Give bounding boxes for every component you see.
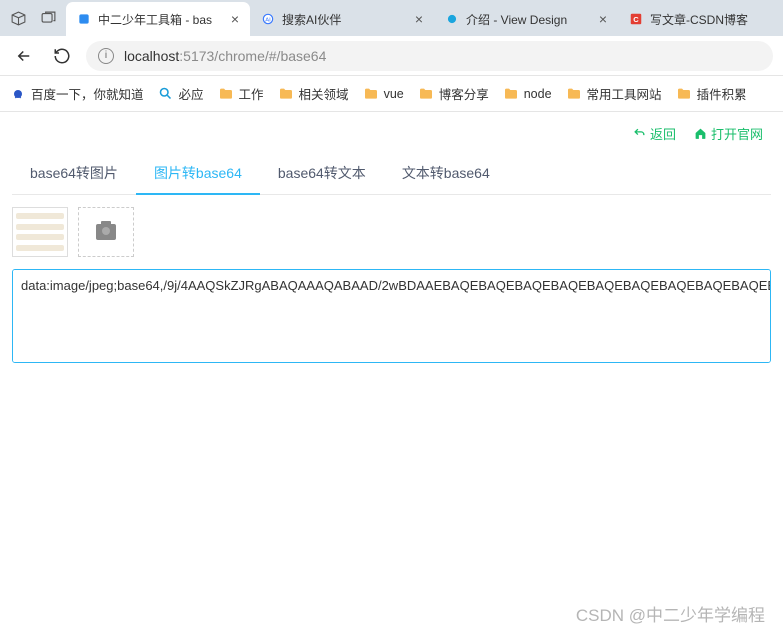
folder-icon: [218, 86, 234, 102]
return-icon: [633, 127, 646, 140]
tab-title: 介绍 - View Design: [466, 11, 567, 28]
thumbnail-content: [16, 213, 64, 219]
upload-image-button[interactable]: [78, 207, 134, 257]
svg-text:AI: AI: [265, 17, 271, 23]
close-icon[interactable]: ×: [228, 12, 242, 26]
tabs-overview-icon[interactable]: [38, 8, 58, 28]
tab-text-to-base64[interactable]: 文本转base64: [384, 153, 508, 194]
bookmark-folder[interactable]: 插件积累: [676, 84, 747, 103]
tab-title: 搜索AI伙伴: [282, 11, 341, 28]
favicon-icon: [444, 11, 460, 27]
camera-icon: [96, 224, 116, 240]
bookmark-label: 插件积累: [697, 84, 747, 103]
browser-tab[interactable]: 中二少年工具箱 - bas ×: [66, 2, 250, 36]
workspace-icon[interactable]: [8, 8, 28, 28]
home-icon: [694, 127, 707, 140]
return-label: 返回: [650, 124, 676, 143]
bookmarks-bar: 百度一下，你就知道 必应 工作 相关领域 vue 博客分享 node 常用工具网…: [0, 76, 783, 112]
tab-base64-to-image[interactable]: base64转图片: [12, 153, 136, 194]
bookmark-folder[interactable]: 相关领域: [278, 84, 349, 103]
browser-titlebar: 中二少年工具箱 - bas × AI 搜索AI伙伴 × 介绍 - View De…: [0, 0, 783, 36]
image-thumbnail[interactable]: [12, 207, 68, 257]
folder-icon: [503, 86, 519, 102]
favicon-icon: AI: [260, 11, 276, 27]
base64-output[interactable]: [12, 269, 771, 363]
bookmark-label: 常用工具网站: [587, 84, 662, 103]
return-link[interactable]: 返回: [633, 124, 676, 143]
svg-text:C: C: [633, 15, 639, 24]
bookmark-label: 工作: [239, 84, 264, 103]
bookmark-item[interactable]: 百度一下，你就知道: [10, 84, 144, 103]
tab-image-to-base64[interactable]: 图片转base64: [136, 153, 260, 195]
folder-icon: [418, 86, 434, 102]
tool-tabs: base64转图片 图片转base64 base64转文本 文本转base64: [12, 153, 771, 195]
folder-icon: [566, 86, 582, 102]
official-link[interactable]: 打开官网: [694, 124, 763, 143]
bookmark-folder[interactable]: 工作: [218, 84, 264, 103]
thumbnail-content: [16, 224, 64, 230]
site-icon: [10, 86, 26, 102]
tab-title: 写文章-CSDN博客: [650, 11, 748, 28]
browser-tab[interactable]: AI 搜索AI伙伴 ×: [250, 2, 434, 36]
bookmark-folder[interactable]: node: [503, 86, 552, 102]
bookmark-label: vue: [384, 87, 404, 101]
folder-icon: [676, 86, 692, 102]
favicon-icon: [76, 11, 92, 27]
back-button[interactable]: [10, 42, 38, 70]
close-icon[interactable]: ×: [412, 12, 426, 26]
tab-base64-to-text[interactable]: base64转文本: [260, 153, 384, 194]
bookmark-label: 相关领域: [299, 84, 349, 103]
folder-icon: [363, 86, 379, 102]
browser-tab[interactable]: 介绍 - View Design ×: [434, 2, 618, 36]
bookmark-folder[interactable]: 博客分享: [418, 84, 489, 103]
folder-icon: [278, 86, 294, 102]
official-label: 打开官网: [711, 124, 763, 143]
thumbnail-content: [16, 234, 64, 240]
url-text: localhost:5173/chrome/#/base64: [124, 48, 326, 64]
site-info-icon[interactable]: i: [98, 48, 114, 64]
close-icon[interactable]: ×: [596, 12, 610, 26]
browser-tab[interactable]: C 写文章-CSDN博客: [618, 2, 783, 36]
bookmark-label: node: [524, 87, 552, 101]
bookmark-label: 百度一下，你就知道: [31, 84, 144, 103]
watermark: CSDN @中二少年学编程: [576, 601, 765, 626]
url-input[interactable]: i localhost:5173/chrome/#/base64: [86, 41, 773, 71]
tab-title: 中二少年工具箱 - bas: [98, 11, 212, 28]
bookmark-label: 必应: [179, 84, 204, 103]
favicon-icon: C: [628, 11, 644, 27]
bookmark-folder[interactable]: vue: [363, 86, 404, 102]
bookmark-item[interactable]: 必应: [158, 84, 204, 103]
refresh-button[interactable]: [48, 42, 76, 70]
address-bar: i localhost:5173/chrome/#/base64: [0, 36, 783, 76]
tab-strip: 中二少年工具箱 - bas × AI 搜索AI伙伴 × 介绍 - View De…: [66, 0, 783, 36]
thumbnail-content: [16, 245, 64, 251]
bookmark-folder[interactable]: 常用工具网站: [566, 84, 662, 103]
page-content: 返回 打开官网 base64转图片 图片转base64 base64转文本 文本…: [0, 112, 783, 374]
search-icon: [158, 86, 174, 102]
bookmark-label: 博客分享: [439, 84, 489, 103]
